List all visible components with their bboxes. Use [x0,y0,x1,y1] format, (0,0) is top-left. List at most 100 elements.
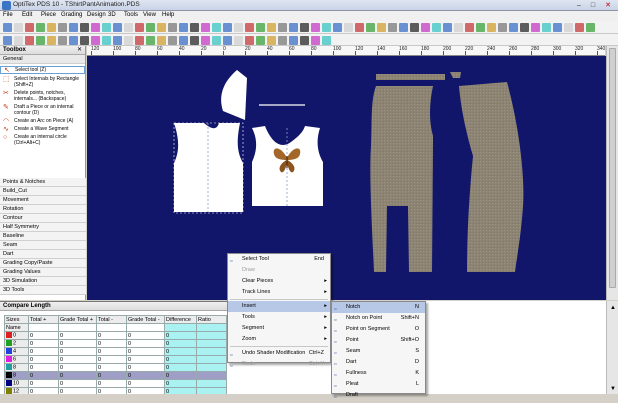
toolbar-button[interactable] [146,23,155,32]
toolbar-button[interactable] [223,36,232,45]
toolbar-button[interactable] [113,23,122,32]
toolbar-button[interactable] [388,23,397,32]
table-row[interactable]: 10 0 0 0 0 0 [4,379,227,388]
toolbar-button[interactable] [311,23,320,32]
toolbar-button[interactable] [300,36,309,45]
toolbar-button[interactable] [190,23,199,32]
menu-item-point-on-segment[interactable]: ▫ Point on Segment O [332,324,425,335]
toolbox-category[interactable]: Baseline [0,232,86,241]
toolbar-button[interactable] [465,23,474,32]
toolbar-button[interactable] [399,23,408,32]
toolbar-button[interactable] [168,23,177,32]
drawing-canvas[interactable] [87,56,606,300]
close-icon[interactable]: ✕ [77,46,82,53]
toolbar-button[interactable] [498,23,507,32]
toolbar-button[interactable] [102,23,111,32]
column-header[interactable]: Total - [96,315,127,324]
toolbar-button[interactable] [58,23,67,32]
toolbar-button[interactable] [311,36,320,45]
menu-item-redo[interactable]: ▫ Redo Ctrl+Y [228,359,330,370]
toolbar-button[interactable] [267,23,276,32]
menu-item-notch-on-point[interactable]: ▫ Notch on Point Shift+N [332,313,425,324]
toolbar-button[interactable] [14,23,23,32]
toolbar-button[interactable] [25,23,34,32]
toolbox-item[interactable]: ∿ Create a Wave Segment [0,126,85,133]
toolbar-button[interactable] [113,36,122,45]
toolbar-button[interactable] [3,23,12,32]
menu-item-undo-shader-modification[interactable]: ▫ Undo Shader Modification Ctrl+Z [228,348,330,359]
menu-item-insert[interactable]: Insert ▸ [228,301,330,312]
toolbar-button[interactable] [234,36,243,45]
toolbar-button[interactable] [245,23,254,32]
menu-design[interactable]: Design [87,12,106,18]
column-header[interactable]: Total + [28,315,59,324]
table-row[interactable]: 000000 [4,331,227,340]
toolbar-button[interactable] [432,23,441,32]
menu-edit[interactable]: Edit [22,12,32,18]
toolbox-category[interactable]: Seam [0,241,86,250]
toolbox-item[interactable]: ✂ Delete points, notches, internals... (B… [0,90,85,102]
menu-item-tools[interactable]: Tools ▸ [228,312,330,323]
toolbar-button[interactable] [542,23,551,32]
toolbox-item[interactable]: ◠ Create an Arc on Piece (A) [0,118,85,125]
menu-view[interactable]: View [143,12,156,18]
pant-back-piece[interactable] [459,82,524,272]
column-header[interactable]: Ratio [196,315,227,324]
toolbar-button[interactable] [322,36,331,45]
toolbar-button[interactable] [509,23,518,32]
toolbar-button[interactable] [201,36,210,45]
toolbox-category[interactable]: Grading Copy/Paste [0,259,86,268]
toolbar-button[interactable] [553,23,562,32]
toolbar-button[interactable] [531,23,540,32]
column-header[interactable]: Grade Total + [58,315,97,324]
toolbar-button[interactable] [69,36,78,45]
toolbar-button[interactable] [487,23,496,32]
toolbar-button[interactable] [454,23,463,32]
toolbar-button[interactable] [520,23,529,32]
toolbox-category[interactable]: Dart [0,250,86,259]
table-row[interactable]: 800000 [4,371,227,380]
toolbox-item[interactable]: ✎ Draft a Piece or an internal contour (D… [0,104,85,116]
table-row[interactable]: 12 0 0 0 0 0 [4,387,227,394]
toolbar-button[interactable] [212,23,221,32]
menu-item-track-lines[interactable]: Track Lines ▸ [228,287,330,298]
toolbar-button[interactable] [267,36,276,45]
toolbar-button[interactable] [80,36,89,45]
toolbar-button[interactable] [322,23,331,32]
menu-help[interactable]: Help [162,12,174,18]
toolbar-button[interactable] [124,23,133,32]
toolbar-button[interactable] [300,23,309,32]
toolbox-category[interactable]: Half Symmetry [0,223,86,232]
menu-item-fullness[interactable]: ▫ Fullness K [332,368,425,379]
toolbar-button[interactable] [190,36,199,45]
toolbar-button[interactable] [179,36,188,45]
toolbar-button[interactable] [179,23,188,32]
toolbar-button[interactable] [344,23,353,32]
scroll-up-icon[interactable]: ▲ [610,305,616,311]
maximize-button[interactable]: □ [587,1,599,10]
toolbar-button[interactable] [443,23,452,32]
toolbox-item[interactable]: ⬚ Select Internals by Rectangle (Shift+Z) [0,76,85,88]
menu-grading[interactable]: Grading [61,12,82,18]
menu-item-draft[interactable]: ▫ Draft [332,390,425,401]
table-row[interactable]: 400000 [4,347,227,356]
menu-item-seam[interactable]: ▫ Seam S [332,346,425,357]
toolbar-button[interactable] [278,23,287,32]
toolbar-button[interactable] [146,36,155,45]
toolbar-button[interactable] [47,36,56,45]
pant-front-piece[interactable] [370,86,433,272]
toolbar-button[interactable] [91,36,100,45]
menu-file[interactable]: File [3,12,13,18]
toolbar-button[interactable] [377,23,386,32]
table-row[interactable]: 800000 [4,363,227,372]
toolbar-button[interactable] [366,23,375,32]
toolbar-button[interactable] [124,36,133,45]
bottom-scrollbar[interactable]: ▲ ▼ [606,301,618,394]
toolbar-button[interactable] [355,23,364,32]
column-header[interactable]: Difference [164,315,197,324]
menu-item-notch[interactable]: ▫ Notch N [332,302,425,313]
toolbar-button[interactable] [36,23,45,32]
toolbox-item[interactable]: ↖ Select tool (Z) [0,66,85,74]
close-button[interactable]: ✕ [602,1,614,10]
menu-item-pleat[interactable]: ▫ Pleat L [332,379,425,390]
